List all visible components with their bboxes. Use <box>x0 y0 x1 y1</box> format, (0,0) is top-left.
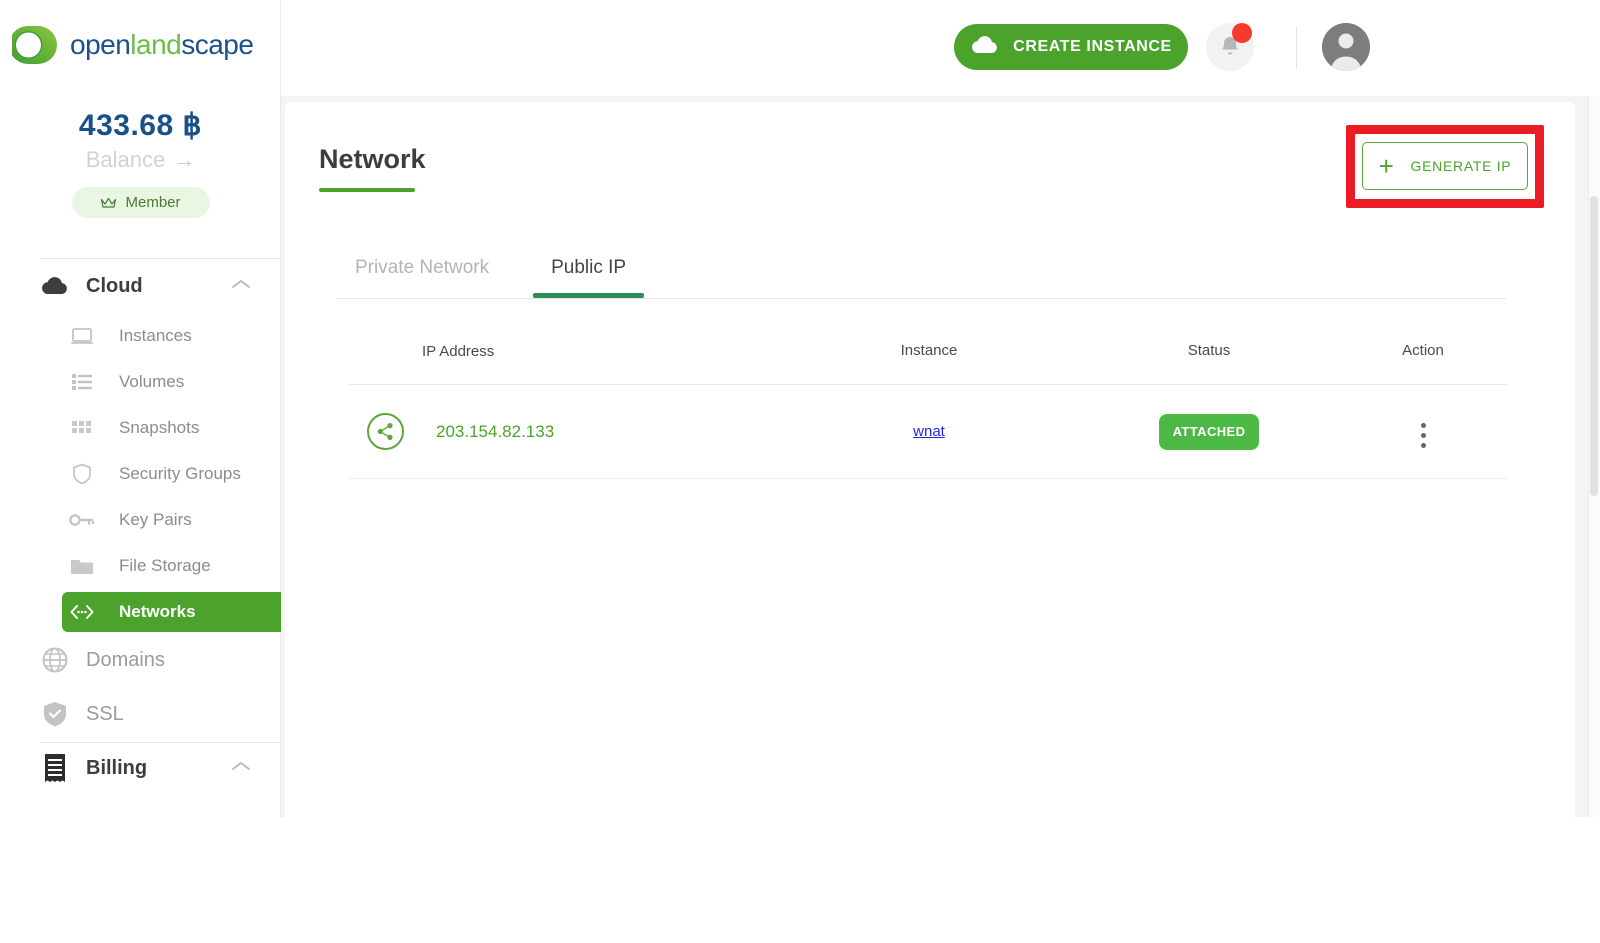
status-badge: ATTACHED <box>1158 413 1260 450</box>
sidebar-group-cloud-label: Cloud <box>86 274 143 297</box>
chevron-up-icon[interactable] <box>231 277 251 295</box>
receipt-icon <box>36 753 74 783</box>
column-header-instance: Instance <box>900 342 958 359</box>
column-header-status: Status <box>1187 342 1231 359</box>
instance-link[interactable]: wnat <box>913 423 945 440</box>
brand-open: open <box>70 29 131 60</box>
sidebar-divider-bottom <box>40 742 280 743</box>
generate-ip-button[interactable]: + GENERATE IP <box>1362 142 1528 190</box>
notification-badge-dot <box>1232 23 1252 43</box>
sidebar-item-domains-label: Domains <box>86 648 165 671</box>
sidebar-group-billing-label: Billing <box>86 756 148 779</box>
member-label: Member <box>125 194 181 211</box>
avatar[interactable] <box>1322 23 1370 71</box>
sidebar-item-security-groups[interactable]: Security Groups <box>62 454 281 494</box>
cloud-icon <box>970 35 1000 60</box>
brand-logo[interactable]: openlandscape <box>9 22 254 68</box>
app-root: openlandscape 433.68 ฿ Balance → Member … <box>0 0 1600 943</box>
globe-icon <box>36 646 74 674</box>
crown-icon <box>100 196 117 209</box>
openlandscape-logo-icon <box>9 22 64 68</box>
content-area: Network + GENERATE IP Private Network Pu… <box>281 96 1600 817</box>
tab-public-ip[interactable]: Public IP <box>533 242 645 298</box>
ip-address-value: 203.154.82.133 <box>436 421 555 441</box>
sidebar-item-file-storage-label: File Storage <box>119 556 211 575</box>
public-ip-table: IP Address Instance Status Action 203.15… <box>349 318 1507 479</box>
laptop-icon <box>62 327 102 345</box>
balance-label: Balance <box>85 147 166 172</box>
member-badge: Member <box>71 187 210 218</box>
sidebar-item-domains[interactable]: Domains <box>0 638 281 682</box>
table-header-row: IP Address Instance Status Action <box>349 318 1507 384</box>
shield-check-icon <box>36 700 74 728</box>
page-scrollbar-track[interactable] <box>1588 96 1600 817</box>
sidebar-item-file-storage[interactable]: File Storage <box>62 546 281 586</box>
sidebar-item-snapshots[interactable]: Snapshots <box>62 408 281 448</box>
chevron-up-icon[interactable] <box>231 759 251 777</box>
create-instance-button[interactable]: CREATE INSTANCE <box>954 24 1188 70</box>
header-divider <box>1296 26 1297 68</box>
sidebar: openlandscape 433.68 ฿ Balance → Member … <box>0 0 281 817</box>
folder-icon <box>62 557 102 575</box>
network-card: Network + GENERATE IP Private Network Pu… <box>285 102 1575 817</box>
tabs-bottom-rule <box>337 298 1507 299</box>
sidebar-item-security-groups-label: Security Groups <box>119 464 241 483</box>
sidebar-item-key-pairs[interactable]: Key Pairs <box>62 500 281 540</box>
kebab-menu-icon[interactable] <box>1420 423 1426 448</box>
sidebar-item-key-pairs-label: Key Pairs <box>119 510 192 529</box>
list-icon <box>62 373 102 391</box>
sidebar-group-billing[interactable]: Billing <box>0 746 281 790</box>
sidebar-item-instances[interactable]: Instances <box>62 316 281 356</box>
brand-wordmark: openlandscape <box>70 29 254 61</box>
balance-link[interactable]: Balance → <box>0 147 281 173</box>
share-icon[interactable] <box>367 413 404 450</box>
arrow-right-icon: → <box>173 147 196 172</box>
tab-public-ip-label: Public IP <box>551 257 627 278</box>
network-tabs: Private Network Public IP <box>337 242 645 298</box>
plus-icon: + <box>1378 151 1395 181</box>
key-icon <box>62 513 102 527</box>
brand-land: land <box>130 29 182 60</box>
table-row: 203.154.82.133 wnat ATTACHED <box>349 384 1507 479</box>
grid-icon <box>62 419 102 437</box>
cloud-icon <box>36 276 74 296</box>
sidebar-divider-top <box>40 258 280 259</box>
create-instance-label: CREATE INSTANCE <box>1013 38 1172 55</box>
sidebar-item-ssl[interactable]: SSL <box>0 692 281 736</box>
brand-scape: scape <box>181 29 254 60</box>
tab-private-network[interactable]: Private Network <box>337 242 507 294</box>
column-header-ip-address: IP Address <box>422 342 495 360</box>
sidebar-item-snapshots-label: Snapshots <box>119 418 200 437</box>
sidebar-item-ssl-label: SSL <box>86 702 124 725</box>
balance-section: 433.68 ฿ Balance → Member <box>0 108 281 218</box>
sidebar-item-networks-label: Networks <box>119 602 196 621</box>
notifications-button[interactable] <box>1206 23 1254 71</box>
page-scrollbar-thumb[interactable] <box>1590 196 1598 496</box>
sidebar-group-cloud[interactable]: Cloud <box>0 264 281 308</box>
sidebar-item-volumes[interactable]: Volumes <box>62 362 281 402</box>
sidebar-item-volumes-label: Volumes <box>119 372 185 391</box>
balance-amount: 433.68 ฿ <box>78 109 203 142</box>
sidebar-item-instances-label: Instances <box>119 326 192 345</box>
generate-ip-label: GENERATE IP <box>1410 158 1512 174</box>
page-title-underline <box>319 188 415 192</box>
column-header-action: Action <box>1402 342 1444 359</box>
sidebar-item-networks[interactable]: Networks <box>62 592 281 632</box>
page-title: Network <box>319 144 426 174</box>
network-icon <box>62 604 102 620</box>
top-bar: CREATE INSTANCE <box>281 0 1600 96</box>
tab-private-network-label: Private Network <box>355 257 490 278</box>
shield-icon <box>62 463 102 485</box>
